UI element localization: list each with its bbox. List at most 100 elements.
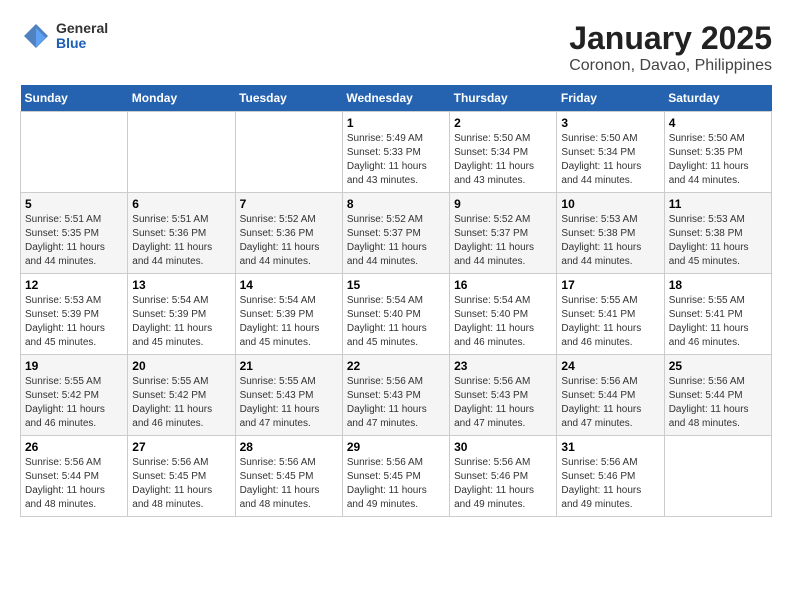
day-info: Sunrise: 5:55 AMSunset: 5:42 PMDaylight:… xyxy=(132,375,230,431)
calendar-cell xyxy=(664,436,771,517)
title-block: January 2025 Coronon, Davao, Philippines xyxy=(569,20,772,75)
page-header: General Blue January 2025 Coronon, Davao… xyxy=(20,20,772,75)
calendar-cell: 10 Sunrise: 5:53 AMSunset: 5:38 PMDayligh… xyxy=(557,193,664,274)
calendar-cell: 16 Sunrise: 5:54 AMSunset: 5:40 PMDayligh… xyxy=(450,274,557,355)
day-info: Sunrise: 5:53 AMSunset: 5:38 PMDaylight:… xyxy=(669,213,767,269)
calendar-week-3: 12 Sunrise: 5:53 AMSunset: 5:39 PMDayligh… xyxy=(21,274,772,355)
logo-text: General Blue xyxy=(56,21,108,52)
page-title: January 2025 xyxy=(569,20,772,57)
day-number: 9 xyxy=(454,197,552,211)
day-number: 21 xyxy=(240,359,338,373)
calendar-cell: 14 Sunrise: 5:54 AMSunset: 5:39 PMDayligh… xyxy=(235,274,342,355)
day-info: Sunrise: 5:51 AMSunset: 5:35 PMDaylight:… xyxy=(25,213,123,269)
day-info: Sunrise: 5:56 AMSunset: 5:44 PMDaylight:… xyxy=(25,456,123,512)
day-info: Sunrise: 5:56 AMSunset: 5:44 PMDaylight:… xyxy=(561,375,659,431)
calendar-week-1: 1 Sunrise: 5:49 AMSunset: 5:33 PMDaylight… xyxy=(21,112,772,193)
day-number: 29 xyxy=(347,440,445,454)
day-info: Sunrise: 5:51 AMSunset: 5:36 PMDaylight:… xyxy=(132,213,230,269)
day-info: Sunrise: 5:55 AMSunset: 5:42 PMDaylight:… xyxy=(25,375,123,431)
calendar-cell: 11 Sunrise: 5:53 AMSunset: 5:38 PMDayligh… xyxy=(664,193,771,274)
day-info: Sunrise: 5:56 AMSunset: 5:46 PMDaylight:… xyxy=(561,456,659,512)
day-number: 11 xyxy=(669,197,767,211)
day-info: Sunrise: 5:53 AMSunset: 5:39 PMDaylight:… xyxy=(25,294,123,350)
calendar-cell: 6 Sunrise: 5:51 AMSunset: 5:36 PMDaylight… xyxy=(128,193,235,274)
day-info: Sunrise: 5:55 AMSunset: 5:43 PMDaylight:… xyxy=(240,375,338,431)
header-saturday: Saturday xyxy=(664,85,771,112)
day-number: 14 xyxy=(240,278,338,292)
logo-general: General xyxy=(56,21,108,36)
calendar-cell: 19 Sunrise: 5:55 AMSunset: 5:42 PMDayligh… xyxy=(21,355,128,436)
day-info: Sunrise: 5:56 AMSunset: 5:45 PMDaylight:… xyxy=(132,456,230,512)
calendar-cell: 24 Sunrise: 5:56 AMSunset: 5:44 PMDayligh… xyxy=(557,355,664,436)
day-number: 5 xyxy=(25,197,123,211)
page-subtitle: Coronon, Davao, Philippines xyxy=(569,57,772,75)
calendar-cell: 1 Sunrise: 5:49 AMSunset: 5:33 PMDaylight… xyxy=(342,112,449,193)
day-number: 8 xyxy=(347,197,445,211)
day-info: Sunrise: 5:55 AMSunset: 5:41 PMDaylight:… xyxy=(561,294,659,350)
day-number: 1 xyxy=(347,116,445,130)
calendar-week-4: 19 Sunrise: 5:55 AMSunset: 5:42 PMDayligh… xyxy=(21,355,772,436)
day-info: Sunrise: 5:53 AMSunset: 5:38 PMDaylight:… xyxy=(561,213,659,269)
calendar-cell: 20 Sunrise: 5:55 AMSunset: 5:42 PMDayligh… xyxy=(128,355,235,436)
calendar-cell: 13 Sunrise: 5:54 AMSunset: 5:39 PMDayligh… xyxy=(128,274,235,355)
calendar-cell: 26 Sunrise: 5:56 AMSunset: 5:44 PMDayligh… xyxy=(21,436,128,517)
header-tuesday: Tuesday xyxy=(235,85,342,112)
day-number: 17 xyxy=(561,278,659,292)
day-number: 12 xyxy=(25,278,123,292)
calendar-cell: 3Sunrise: 5:50 AMSunset: 5:34 PMDaylight… xyxy=(557,112,664,193)
day-number: 22 xyxy=(347,359,445,373)
calendar-cell: 30Sunrise: 5:56 AMSunset: 5:46 PMDayligh… xyxy=(450,436,557,517)
logo: General Blue xyxy=(20,20,108,52)
logo-blue: Blue xyxy=(56,36,108,51)
day-info: Sunrise: 5:56 AMSunset: 5:46 PMDaylight:… xyxy=(454,456,552,512)
calendar-week-5: 26 Sunrise: 5:56 AMSunset: 5:44 PMDayligh… xyxy=(21,436,772,517)
day-number: 23 xyxy=(454,359,552,373)
day-number: 6 xyxy=(132,197,230,211)
day-info: Sunrise: 5:56 AMSunset: 5:44 PMDaylight:… xyxy=(669,375,767,431)
day-number: 18 xyxy=(669,278,767,292)
day-info: Sunrise: 5:56 AMSunset: 5:45 PMDaylight:… xyxy=(240,456,338,512)
calendar-cell: 29 Sunrise: 5:56 AMSunset: 5:45 PMDayligh… xyxy=(342,436,449,517)
day-number: 2 xyxy=(454,116,552,130)
day-info: Sunrise: 5:50 AMSunset: 5:35 PMDaylight:… xyxy=(669,132,767,188)
day-info: Sunrise: 5:54 AMSunset: 5:40 PMDaylight:… xyxy=(454,294,552,350)
calendar-cell: 9 Sunrise: 5:52 AMSunset: 5:37 PMDaylight… xyxy=(450,193,557,274)
day-info: Sunrise: 5:54 AMSunset: 5:39 PMDaylight:… xyxy=(132,294,230,350)
day-info: Sunrise: 5:54 AMSunset: 5:40 PMDaylight:… xyxy=(347,294,445,350)
day-number: 7 xyxy=(240,197,338,211)
day-info: Sunrise: 5:55 AMSunset: 5:41 PMDaylight:… xyxy=(669,294,767,350)
calendar-cell: 21 Sunrise: 5:55 AMSunset: 5:43 PMDayligh… xyxy=(235,355,342,436)
day-info: Sunrise: 5:56 AMSunset: 5:43 PMDaylight:… xyxy=(347,375,445,431)
day-number: 10 xyxy=(561,197,659,211)
calendar-cell: 7Sunrise: 5:52 AMSunset: 5:36 PMDaylight… xyxy=(235,193,342,274)
day-number: 24 xyxy=(561,359,659,373)
day-number: 26 xyxy=(25,440,123,454)
calendar-week-2: 5 Sunrise: 5:51 AMSunset: 5:35 PMDaylight… xyxy=(21,193,772,274)
calendar-cell: 18 Sunrise: 5:55 AMSunset: 5:41 PMDayligh… xyxy=(664,274,771,355)
logo-icon xyxy=(20,20,52,52)
day-info: Sunrise: 5:50 AMSunset: 5:34 PMDaylight:… xyxy=(454,132,552,188)
calendar-cell xyxy=(128,112,235,193)
day-info: Sunrise: 5:52 AMSunset: 5:37 PMDaylight:… xyxy=(454,213,552,269)
day-number: 13 xyxy=(132,278,230,292)
calendar-table: SundayMondayTuesdayWednesdayThursdayFrid… xyxy=(20,85,772,517)
day-info: Sunrise: 5:54 AMSunset: 5:39 PMDaylight:… xyxy=(240,294,338,350)
calendar-cell: 12 Sunrise: 5:53 AMSunset: 5:39 PMDayligh… xyxy=(21,274,128,355)
header-wednesday: Wednesday xyxy=(342,85,449,112)
day-number: 19 xyxy=(25,359,123,373)
calendar-cell: 25Sunrise: 5:56 AMSunset: 5:44 PMDayligh… xyxy=(664,355,771,436)
calendar-cell: 31 Sunrise: 5:56 AMSunset: 5:46 PMDayligh… xyxy=(557,436,664,517)
calendar-cell: 27Sunrise: 5:56 AMSunset: 5:45 PMDayligh… xyxy=(128,436,235,517)
calendar-cell: 2 Sunrise: 5:50 AMSunset: 5:34 PMDaylight… xyxy=(450,112,557,193)
day-number: 4 xyxy=(669,116,767,130)
day-info: Sunrise: 5:52 AMSunset: 5:37 PMDaylight:… xyxy=(347,213,445,269)
calendar-cell: 22 Sunrise: 5:56 AMSunset: 5:43 PMDayligh… xyxy=(342,355,449,436)
day-number: 20 xyxy=(132,359,230,373)
day-number: 16 xyxy=(454,278,552,292)
calendar-cell: 17 Sunrise: 5:55 AMSunset: 5:41 PMDayligh… xyxy=(557,274,664,355)
day-number: 31 xyxy=(561,440,659,454)
header-monday: Monday xyxy=(128,85,235,112)
day-info: Sunrise: 5:49 AMSunset: 5:33 PMDaylight:… xyxy=(347,132,445,188)
calendar-cell xyxy=(235,112,342,193)
day-info: Sunrise: 5:56 AMSunset: 5:45 PMDaylight:… xyxy=(347,456,445,512)
